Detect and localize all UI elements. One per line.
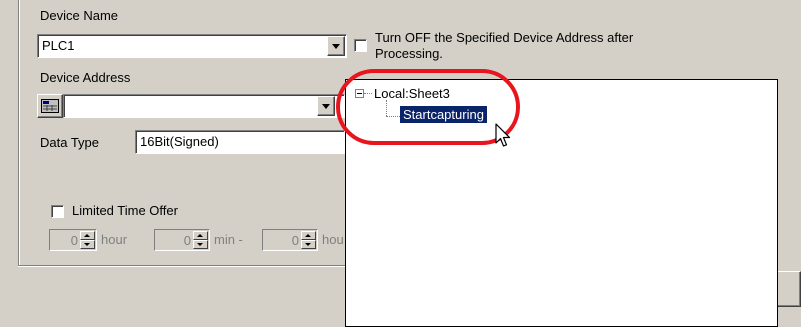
device-name-label: Device Name [40, 8, 119, 23]
second-spinner-buttons[interactable] [301, 231, 316, 249]
chevron-down-icon [332, 44, 340, 49]
chevron-down-icon [322, 104, 330, 109]
device-name-dropdown-button[interactable] [327, 36, 345, 56]
hour-spinner-value: 0 [70, 233, 78, 248]
arrow-down-icon [197, 243, 203, 246]
minute-spinner[interactable]: 0 [154, 229, 210, 251]
spin-up-button[interactable] [80, 231, 95, 240]
minute-unit-label: min - [214, 232, 243, 247]
second-unit-label-partial: hou [322, 232, 344, 247]
spin-up-button[interactable] [193, 231, 208, 240]
device-address-label: Device Address [40, 70, 131, 85]
device-name-value: PLC1 [42, 38, 75, 53]
second-spinner-value: 0 [291, 233, 299, 248]
turn-off-label-line2: Processing. [375, 46, 443, 61]
data-type-label: Data Type [40, 135, 100, 150]
second-spinner[interactable]: 0 [262, 229, 318, 251]
group-box-left-edge [18, 0, 20, 265]
arrow-down-icon [305, 243, 311, 246]
device-address-grid-icon [41, 99, 59, 113]
minute-spinner-buttons[interactable] [193, 231, 208, 249]
spin-up-button[interactable] [301, 231, 316, 240]
arrow-cursor-icon [495, 123, 511, 147]
data-type-value: 16Bit(Signed) [140, 134, 219, 149]
limited-time-checkbox[interactable] [51, 205, 64, 218]
device-address-combobox[interactable] [63, 94, 345, 118]
minute-spinner-value: 0 [183, 233, 191, 248]
turn-off-checkbox[interactable] [354, 39, 367, 52]
data-type-field[interactable]: 16Bit(Signed) [135, 130, 345, 154]
arrow-down-icon [84, 243, 90, 246]
arrow-up-icon [84, 234, 90, 237]
group-box-bottom-edge [18, 265, 348, 267]
spin-down-button[interactable] [80, 240, 95, 249]
arrow-up-icon [305, 234, 311, 237]
spin-down-button[interactable] [193, 240, 208, 249]
hour-spinner-buttons[interactable] [80, 231, 95, 249]
device-address-keypad-button[interactable] [37, 94, 63, 118]
hour-spinner[interactable]: 0 [49, 229, 97, 251]
hour-unit-label: hour [101, 232, 128, 247]
turn-off-label-line1: Turn OFF the Specified Device Address af… [375, 30, 634, 45]
device-name-combobox[interactable]: PLC1 [37, 34, 347, 58]
limited-time-label: Limited Time Offer [72, 203, 178, 218]
spin-down-button[interactable] [301, 240, 316, 249]
arrow-up-icon [197, 234, 203, 237]
device-address-dropdown-button[interactable] [317, 96, 335, 116]
